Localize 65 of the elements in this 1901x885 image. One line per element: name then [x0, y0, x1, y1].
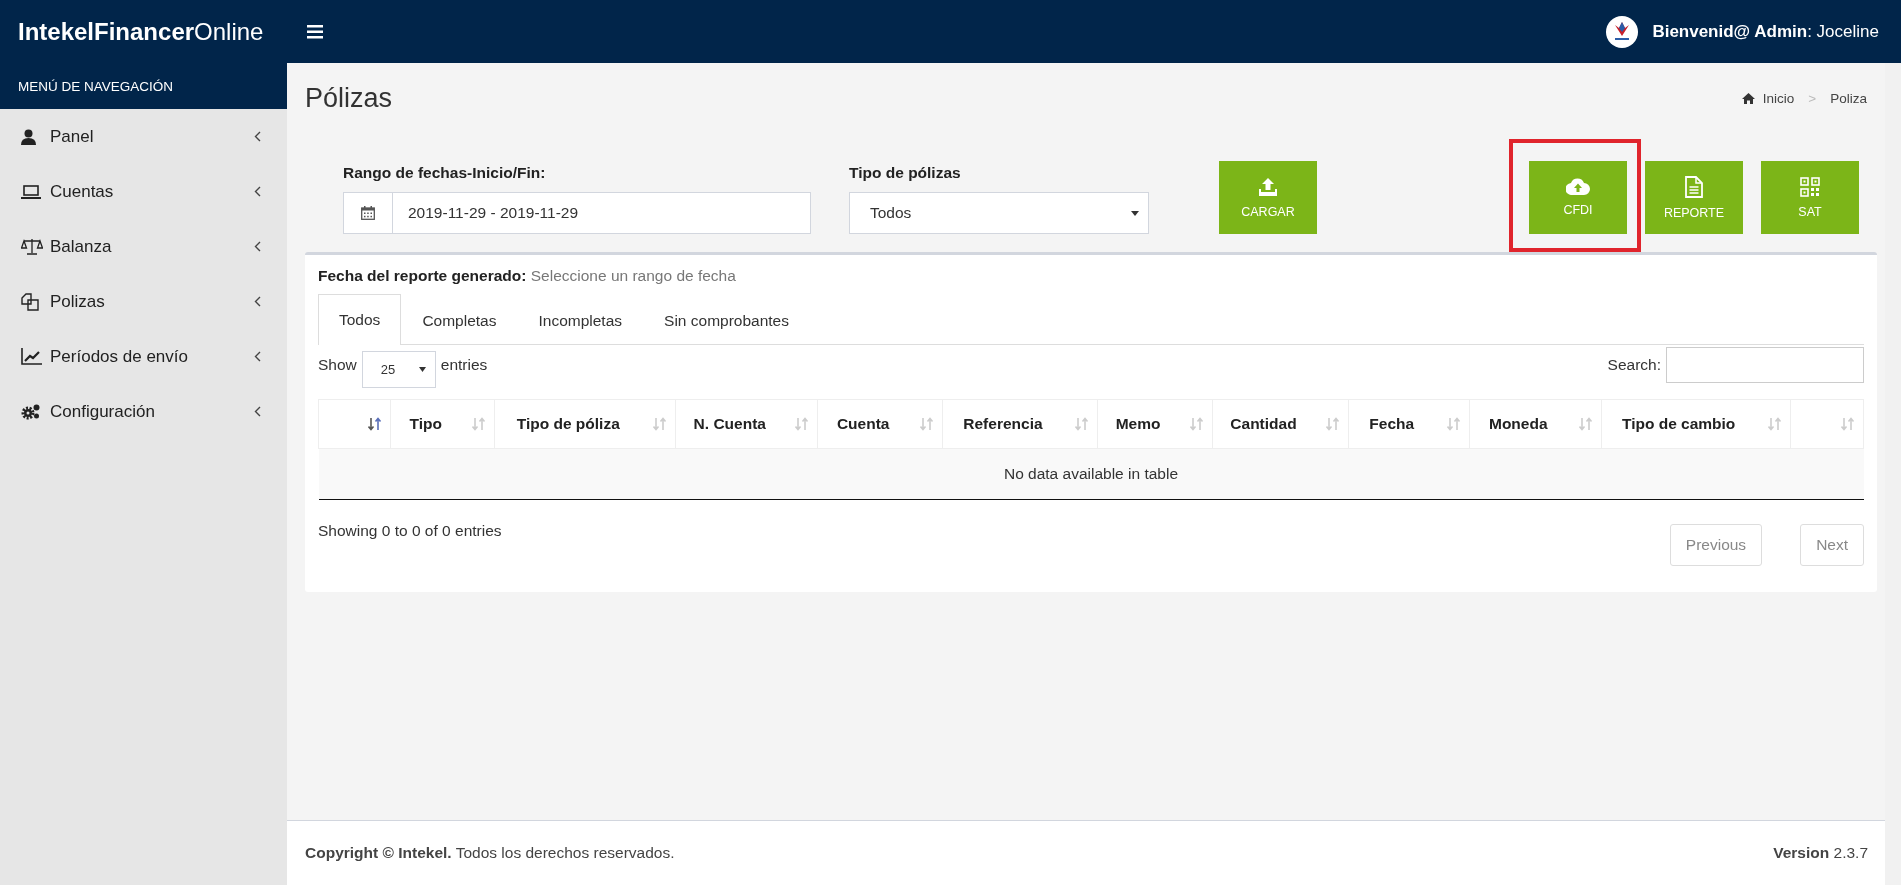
page-title: Pólizas	[305, 82, 394, 114]
column-header[interactable]: Memo	[1097, 399, 1213, 449]
sidebar-item[interactable]: Configuración	[0, 384, 287, 439]
search-field[interactable]	[1666, 347, 1864, 383]
chevron-icon	[254, 241, 261, 252]
tab[interactable]: Completas	[401, 295, 518, 345]
breadcrumb-separator: >	[1808, 90, 1817, 106]
chevron-icon	[254, 131, 261, 142]
field-label: Tipo de pólizas	[849, 164, 962, 182]
cloud-upload-icon	[1566, 178, 1590, 195]
field-label: Rango de fechas-Inicio/Fin:	[343, 164, 547, 182]
sidebar-item[interactable]: Balanza	[0, 219, 287, 274]
length-label: Show	[318, 356, 357, 374]
tab[interactable]: Todos	[318, 294, 402, 345]
sidebar-item[interactable]: Cuentas	[0, 164, 287, 219]
chevron-icon	[254, 351, 261, 362]
home-icon	[1741, 92, 1755, 104]
table-info: Showing 0 to 0 of 0 entries	[318, 522, 502, 540]
sidebar-item[interactable]: Panel	[0, 109, 287, 164]
calendar-icon	[361, 206, 375, 220]
copy-icon	[21, 292, 39, 311]
column-header[interactable]: Tipo de cambio	[1601, 399, 1791, 449]
date-range-field[interactable]: 2019-11-29 - 2019-11-29	[343, 192, 811, 234]
version-text: Version 2.3.7	[1773, 844, 1868, 862]
copyright-text: Copyright © Intekel. Todos los derechos reservados.	[305, 844, 675, 862]
avatar-icon[interactable]	[1606, 15, 1639, 48]
column-header[interactable]: Tipo	[390, 399, 495, 449]
user-greeting[interactable]: Bienvenid@ Admin: Joceline	[1652, 21, 1879, 42]
chevron-icon	[254, 296, 261, 307]
search-label: Search:	[1607, 356, 1661, 374]
report-date-text: Fecha del reporte generado: Seleccione un rango de fecha	[318, 267, 737, 285]
sidebar-item[interactable]: Períodos de envío	[0, 329, 287, 384]
length-label: entries	[440, 356, 488, 374]
caret-icon	[418, 366, 426, 372]
tab[interactable]: Incompletas	[517, 295, 644, 345]
chevron-icon	[254, 186, 261, 197]
laptop-icon	[21, 184, 41, 199]
tab[interactable]: Sin comprobantes	[643, 295, 810, 345]
column-header[interactable]: Fecha	[1348, 399, 1470, 449]
column-header[interactable]: Cantidad	[1212, 399, 1349, 449]
column-header[interactable]: Moneda	[1469, 399, 1602, 449]
column-header[interactable]: Tipo de póliza	[494, 399, 676, 449]
brand-logo[interactable]: IntekelFinancerOnline	[0, 17, 287, 46]
breadcrumb-link[interactable]: Inicio	[1762, 90, 1795, 106]
document-icon	[1685, 175, 1703, 198]
sidebar-item[interactable]: Polizas	[0, 274, 287, 329]
sidebar-header: MENÚ DE NAVEGACIÓN	[0, 63, 287, 109]
column-header[interactable]	[318, 399, 391, 449]
gears-icon	[21, 403, 41, 420]
column-header[interactable]: N. Cuenta	[675, 399, 818, 449]
column-header[interactable]: Cuenta	[817, 399, 943, 449]
empty-table-message: No data available in table	[318, 448, 1864, 500]
caret-icon	[1131, 210, 1139, 216]
qr-code-icon	[1800, 176, 1820, 197]
chevron-icon	[254, 406, 261, 417]
breadcrumb-item: Poliza	[1830, 90, 1867, 106]
page-length-dropdown[interactable]: 25	[361, 350, 436, 388]
scrollbar-track[interactable]	[1885, 63, 1901, 885]
policy-type-dropdown[interactable]: Todos	[849, 192, 1149, 234]
column-header[interactable]	[1790, 399, 1864, 449]
upload-icon	[1258, 176, 1278, 197]
column-header[interactable]: Referencia	[942, 399, 1098, 449]
user-icon	[21, 128, 36, 145]
scale-icon	[21, 238, 43, 255]
line-chart-icon	[21, 348, 42, 365]
